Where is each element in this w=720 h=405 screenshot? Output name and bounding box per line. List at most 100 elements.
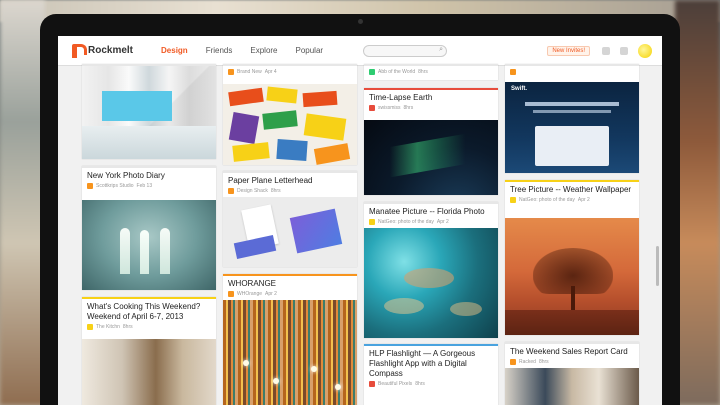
card-source: NatGeo: photo of the day — [378, 219, 434, 225]
nav-link-friends[interactable]: Friends — [206, 46, 233, 55]
card-time: 8hrs — [418, 69, 428, 75]
card-time: 8hrs — [122, 324, 133, 330]
source-icon — [510, 69, 516, 75]
card-abb-of-the-world[interactable]: Abb of the World 8hrs — [364, 64, 498, 80]
brand-identity-image — [223, 84, 357, 165]
card-title: HLP Flashlight — A Gorgeous Flashlight A… — [369, 349, 476, 378]
card-brand-new[interactable]: Brand New Apr 4 — [223, 64, 357, 165]
card-source: Beautiful Pixels — [378, 381, 413, 387]
nav-link-explore[interactable]: Explore — [250, 46, 277, 55]
manatee-underwater-image — [364, 228, 498, 338]
card-source: The Kitchn — [96, 324, 120, 330]
background-blur-left — [0, 0, 45, 405]
background-blur-right — [675, 0, 720, 405]
card-swift-website[interactable]: Swift. — [505, 64, 639, 173]
card-title: WHORANGE — [228, 279, 276, 288]
hanging-lamps-image — [223, 300, 357, 405]
card-title: The Weekend Sales Report Card — [510, 347, 628, 356]
card-time: Apr 2 — [577, 197, 590, 203]
card-hlp-flashlight[interactable]: HLP Flashlight — A Gorgeous Flashlight A… — [364, 344, 498, 405]
card-title: Time-Lapse Earth — [369, 93, 433, 102]
card-ny-photo-diary[interactable]: New York Photo Diary Scottkrips Studio F… — [82, 166, 216, 290]
browser-screen: Rockmelt Design Friends Explore Popular … — [58, 36, 662, 405]
card-title: What's Cooking This Weekend? Weekend of … — [87, 302, 201, 321]
card-meta: Scottkrips Studio Feb 13 — [82, 181, 216, 192]
card-time: 8hrs — [415, 381, 425, 387]
card-meta: Design Shack 8hrs — [223, 186, 357, 197]
card-time: Apr 4 — [264, 69, 277, 75]
source-icon — [369, 219, 375, 225]
letterhead-image — [223, 197, 357, 267]
fashion-models-image — [505, 368, 639, 405]
source-icon — [228, 69, 234, 75]
card-weekend-sales-report[interactable]: The Weekend Sales Report Card Racked 8hr… — [505, 342, 639, 405]
source-icon — [228, 188, 234, 194]
card-time: 8hrs — [403, 105, 414, 111]
source-icon — [510, 197, 516, 203]
menu-icon[interactable] — [620, 46, 628, 55]
card-meta: Brand New Apr 4 — [223, 66, 357, 78]
swift-website-image: Swift. — [505, 82, 639, 173]
card-source: Abb of the World — [378, 69, 416, 75]
card-meta: Beautiful Pixels 8hrs — [364, 379, 498, 390]
card-title: Paper Plane Letterhead — [228, 176, 313, 185]
card-source: WHOrange — [237, 291, 263, 297]
camera-icon — [358, 19, 363, 24]
card-title: Tree Picture -- Weather Wallpaper — [510, 185, 632, 194]
swift-logo-text: Swift. — [511, 86, 527, 92]
card-meta: Racked 8hrs — [505, 357, 639, 368]
card-time: Feb 13 — [136, 183, 153, 189]
card-meta: NatGeo: photo of the day Apr 2 — [505, 195, 639, 206]
card-source: Brand New — [237, 69, 262, 75]
card-source: Scottkrips Studio — [96, 183, 134, 189]
scrollbar-thumb[interactable] — [656, 246, 659, 286]
card-meta: NatGeo: photo of the day Apr 2 — [364, 217, 498, 228]
card-manatee-picture[interactable]: Manatee Picture -- Florida Photo NatGeo:… — [364, 202, 498, 338]
card-source: Design Shack — [237, 188, 268, 194]
kitchen-image — [82, 339, 216, 405]
card-source: swissmiss — [378, 105, 401, 111]
brand-logo[interactable]: Rockmelt — [72, 43, 134, 58]
card-time: 8hrs — [270, 188, 281, 194]
nav-link-popular[interactable]: Popular — [296, 46, 324, 55]
source-icon — [87, 183, 93, 189]
card-meta: Abb of the World 8hrs — [364, 66, 498, 78]
card-tree-picture[interactable]: Tree Picture -- Weather Wallpaper NatGeo… — [505, 180, 639, 335]
ny-photo-image — [82, 200, 216, 290]
card-time: Apr 2 — [265, 291, 277, 297]
rockmelt-logo-icon — [72, 43, 87, 58]
source-icon — [369, 69, 375, 75]
avatar[interactable] — [638, 43, 652, 58]
nav-links: Design Friends Explore Popular — [161, 46, 341, 55]
card-source: NatGeo: photo of the day — [519, 197, 575, 203]
search-input[interactable]: ⌕ — [363, 44, 448, 57]
new-invites-button[interactable]: New Invites! — [547, 45, 590, 56]
architecture-model-image — [82, 66, 216, 159]
card-title: New York Photo Diary — [87, 171, 165, 180]
card-title: Manatee Picture -- Florida Photo — [369, 207, 485, 216]
user-icon[interactable] — [602, 46, 610, 55]
source-icon — [510, 359, 516, 365]
source-icon — [369, 381, 375, 387]
card-time-lapse-earth[interactable]: Time-Lapse Earth swissmiss 8hrs — [364, 88, 498, 195]
card-architecture-model[interactable] — [82, 64, 216, 159]
nav-link-design[interactable]: Design — [161, 46, 188, 55]
card-whats-cooking[interactable]: What's Cooking This Weekend? Weekend of … — [82, 297, 216, 405]
card-whorange[interactable]: WHORANGE WHOrange Apr 2 — [223, 274, 357, 405]
card-source: Racked — [519, 359, 536, 365]
search-icon[interactable]: ⌕ — [439, 46, 443, 54]
earth-from-space-image — [364, 120, 498, 195]
brand-name: Rockmelt — [88, 45, 134, 56]
card-meta: swissmiss 8hrs — [364, 103, 498, 114]
card-meta — [505, 66, 639, 78]
card-time: 8hrs — [538, 359, 549, 365]
source-icon — [87, 324, 93, 330]
source-icon — [369, 105, 375, 111]
card-meta: The Kitchn 8hrs — [82, 322, 216, 333]
tree-sunset-image — [505, 218, 639, 335]
card-paper-plane-letterhead[interactable]: Paper Plane Letterhead Design Shack 8hrs — [223, 171, 357, 267]
card-meta: WHOrange Apr 2 — [223, 289, 357, 300]
top-navigation: Rockmelt Design Friends Explore Popular … — [58, 36, 662, 66]
source-icon — [228, 291, 234, 297]
card-time: Apr 2 — [436, 219, 449, 225]
